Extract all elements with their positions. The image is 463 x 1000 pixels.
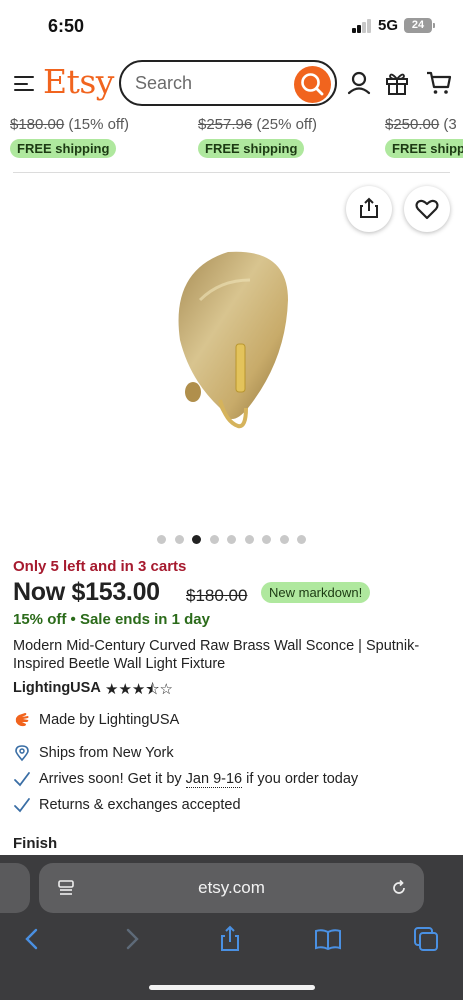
hand-wave-icon <box>15 713 29 727</box>
rating-stars[interactable]: ★★★⯪☆ <box>105 679 173 704</box>
sale-ends: Sale ends in 1 day <box>79 611 210 628</box>
discount-percent: 15% off <box>13 611 67 628</box>
cart-icon[interactable] <box>426 70 452 96</box>
product-title: Modern Mid-Century Curved Raw Brass Wall… <box>13 638 420 672</box>
search-box[interactable] <box>119 60 337 106</box>
reload-icon[interactable] <box>390 879 408 897</box>
ships-from-text: Ships from New York <box>39 745 174 761</box>
product-image[interactable] <box>160 240 300 440</box>
shop-row: LightingUSA ★★★⯪☆ <box>13 679 173 699</box>
gallery-dot[interactable] <box>227 535 236 544</box>
bookmarks-icon[interactable] <box>314 925 342 953</box>
gift-icon[interactable] <box>384 70 410 96</box>
sale-info: 15% off • Sale ends in 1 day <box>13 611 210 628</box>
listing-price: $250.00 (3 <box>385 116 457 133</box>
location-pin-icon <box>15 745 29 762</box>
shop-name-link[interactable]: LightingUSA <box>13 680 101 696</box>
account-icon[interactable] <box>346 70 372 96</box>
share-icon <box>360 197 378 218</box>
browser-toolbar: etsy.com <box>0 855 463 1000</box>
divider <box>13 172 450 173</box>
favorite-button[interactable] <box>404 186 450 232</box>
made-by-text: Made by LightingUSA <box>39 712 180 728</box>
gallery-dot[interactable] <box>174 535 184 544</box>
url-text: etsy.com <box>198 878 265 897</box>
related-listing[interactable]: $250.00 (3 FREE shipp <box>385 116 463 158</box>
listing-price: $180.00 (15% off) <box>10 116 129 133</box>
checkmark-icon <box>14 772 30 787</box>
site-header: Etsy <box>0 56 463 112</box>
battery-tip <box>433 23 435 28</box>
tabs-icon[interactable] <box>412 925 440 953</box>
free-shipping-badge: FREE shipping <box>10 139 117 158</box>
free-shipping-badge: FREE shipping <box>198 139 305 158</box>
gallery-dot[interactable] <box>209 535 219 544</box>
battery-icon: 24 <box>404 18 432 33</box>
related-listing[interactable]: $257.96 (25% off) FREE shipping <box>198 116 317 158</box>
status-time: 6:50 <box>48 16 85 36</box>
returns-text: Returns & exchanges accepted <box>39 797 241 813</box>
forward-icon[interactable] <box>118 925 146 953</box>
search-button[interactable] <box>294 66 331 103</box>
finish-label: Finish <box>13 835 58 852</box>
price-row: Now $153.00 $180.00 New markdown! <box>13 578 371 612</box>
related-listings-strip: $180.00 (15% off) FREE shipping $257.96 … <box>0 116 463 172</box>
home-indicator[interactable] <box>149 985 315 990</box>
free-shipping-badge: FREE shipp <box>385 139 463 158</box>
signal-icon <box>352 19 372 33</box>
related-listing[interactable]: $180.00 (15% off) FREE shipping <box>10 116 129 158</box>
arrival-text: Arrives soon! Get it by Jan 9-16 if you … <box>39 771 359 788</box>
network-label: 5G <box>378 17 399 34</box>
gallery-dot-active[interactable] <box>192 535 201 544</box>
listing-price: $257.96 (25% off) <box>198 116 317 133</box>
gallery-dot[interactable] <box>297 535 306 544</box>
status-bar: 6:50 5G 24 <box>0 0 463 54</box>
gallery-dot[interactable] <box>157 535 166 544</box>
original-price: $180.00 <box>186 586 248 605</box>
search-input[interactable] <box>135 70 285 96</box>
menu-icon[interactable] <box>14 76 34 92</box>
share-button[interactable] <box>346 186 392 232</box>
gallery-dot[interactable] <box>262 535 271 544</box>
etsy-logo[interactable]: Etsy <box>43 62 114 101</box>
gallery-dot[interactable] <box>244 535 254 544</box>
heart-icon <box>415 199 439 220</box>
share-icon[interactable] <box>216 925 244 953</box>
separator-dot: • <box>70 611 80 628</box>
stock-notice: Only 5 left and in 3 carts <box>13 558 187 575</box>
address-bar[interactable]: etsy.com <box>39 863 424 913</box>
gallery-dot[interactable] <box>279 535 289 544</box>
checkmark-icon <box>14 798 30 813</box>
arrival-dates[interactable]: Jan 9-16 <box>185 771 243 788</box>
current-price: Now $153.00 <box>13 578 160 606</box>
previous-tab[interactable] <box>0 863 30 913</box>
markdown-badge: New markdown! <box>261 582 371 603</box>
search-icon <box>301 73 324 96</box>
back-icon[interactable] <box>18 925 46 953</box>
